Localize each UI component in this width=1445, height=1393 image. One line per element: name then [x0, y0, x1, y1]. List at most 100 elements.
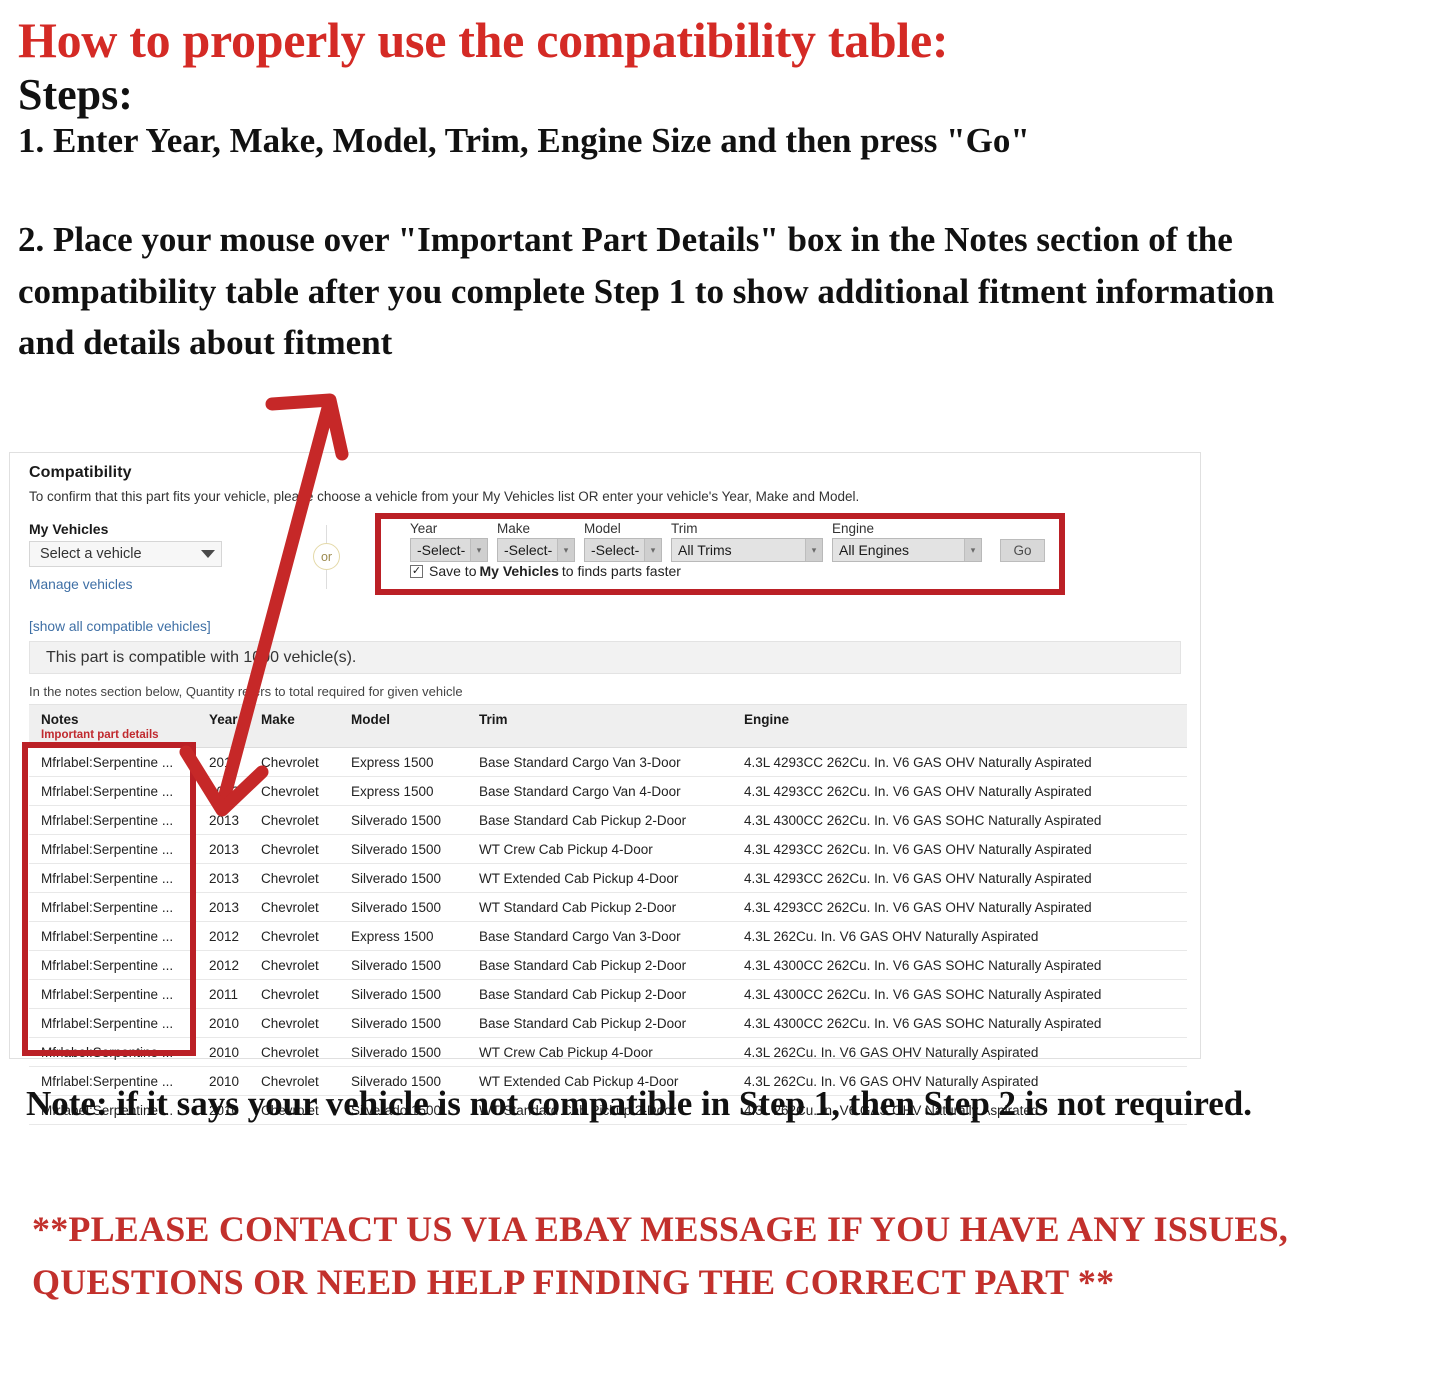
cell-notes: Mfrlabel:Serpentine ...	[29, 805, 197, 835]
cell-notes: Mfrlabel:Serpentine ...	[29, 747, 197, 777]
cell-make: Chevrolet	[249, 863, 339, 893]
instructions-block: How to properly use the compatibility ta…	[18, 14, 1418, 369]
trim-select[interactable]: All Trims ▾	[671, 538, 823, 562]
chevron-down-icon: ▾	[644, 539, 661, 561]
save-text-after: to finds parts faster	[561, 563, 681, 579]
cell-trim: Base Standard Cab Pickup 2-Door	[467, 979, 732, 1009]
column-header-year[interactable]: Year	[197, 704, 249, 748]
engine-select-value: All Engines	[839, 542, 910, 558]
table-row[interactable]: Mfrlabel:Serpentine ... 2012 Chevrolet Expr…	[29, 921, 1187, 951]
year-label: Year	[410, 521, 438, 536]
table-row[interactable]: Mfrlabel:Serpentine ... 2010 Chevrolet Silv…	[29, 1037, 1187, 1067]
table-row[interactable]: Mfrlabel:Serpentine ... 2011 Chevrolet Silv…	[29, 979, 1187, 1009]
cell-engine: 4.3L 4300CC 262Cu. In. V6 GAS SOHC Natur…	[732, 1008, 1187, 1038]
cell-notes: Mfrlabel:Serpentine ...	[29, 921, 197, 951]
year-field: Year -Select- ▾	[410, 521, 488, 562]
cell-trim: Base Standard Cab Pickup 2-Door	[467, 1008, 732, 1038]
cell-model: Silverado 1500	[339, 863, 467, 893]
column-header-notes[interactable]: Notes Important part details	[29, 704, 197, 748]
column-header-model[interactable]: Model	[339, 704, 467, 748]
cell-engine: 4.3L 4300CC 262Cu. In. V6 GAS SOHC Natur…	[732, 805, 1187, 835]
show-all-compatible-vehicles-link[interactable]: [show all compatible vehicles]	[29, 619, 211, 634]
cell-model: Silverado 1500	[339, 834, 467, 864]
cell-model: Express 1500	[339, 747, 467, 777]
cell-notes: Mfrlabel:Serpentine ...	[29, 950, 197, 980]
compatibility-heading: Compatibility	[29, 464, 132, 481]
make-select[interactable]: -Select- ▾	[497, 538, 575, 562]
table-row[interactable]: Mfrlabel:Serpentine ... 2013 Chevrolet Expr…	[29, 747, 1187, 777]
cell-model: Express 1500	[339, 776, 467, 806]
cell-year: 2013	[197, 834, 249, 864]
model-label: Model	[584, 521, 621, 536]
column-header-engine[interactable]: Engine	[732, 704, 1187, 748]
notes-header-label: Notes	[41, 712, 79, 727]
cell-make: Chevrolet	[249, 776, 339, 806]
fitment-table: Notes Important part details Year Make M…	[29, 704, 1187, 1125]
important-part-details-label[interactable]: Important part details	[41, 729, 197, 741]
manage-vehicles-link[interactable]: Manage vehicles	[29, 577, 133, 592]
table-row[interactable]: Mfrlabel:Serpentine ... 2013 Chevrolet Silv…	[29, 892, 1187, 922]
cell-trim: WT Extended Cab Pickup 4-Door	[467, 863, 732, 893]
cell-trim: Base Standard Cargo Van 4-Door	[467, 776, 732, 806]
trim-label: Trim	[671, 521, 698, 536]
cell-engine: 4.3L 4300CC 262Cu. In. V6 GAS SOHC Natur…	[732, 950, 1187, 980]
column-header-trim[interactable]: Trim	[467, 704, 732, 748]
cell-make: Chevrolet	[249, 892, 339, 922]
fitment-table-body: Mfrlabel:Serpentine ... 2013 Chevrolet Expr…	[29, 747, 1187, 1125]
vehicle-select-value: Select a vehicle	[40, 546, 142, 562]
cell-engine: 4.3L 4293CC 262Cu. In. V6 GAS OHV Natura…	[732, 892, 1187, 922]
table-row[interactable]: Mfrlabel:Serpentine ... 2013 Chevrolet Silv…	[29, 834, 1187, 864]
cell-trim: Base Standard Cargo Van 3-Door	[467, 747, 732, 777]
cell-year: 2012	[197, 950, 249, 980]
cell-trim: Base Standard Cab Pickup 2-Door	[467, 950, 732, 980]
cell-notes: Mfrlabel:Serpentine ...	[29, 1008, 197, 1038]
make-select-value: -Select-	[504, 542, 553, 558]
vehicle-select-dropdown[interactable]: Select a vehicle	[29, 541, 222, 567]
cell-notes: Mfrlabel:Serpentine ...	[29, 776, 197, 806]
cell-engine: 4.3L 262Cu. In. V6 GAS OHV Naturally Asp…	[732, 1037, 1187, 1067]
chevron-down-icon: ▾	[470, 539, 487, 561]
vehicle-finder-form: Year -Select- ▾ Make -Select- ▾ Model -S…	[410, 521, 1045, 562]
or-badge-label: or	[313, 543, 340, 570]
compatibility-subtitle: To confirm that this part fits your vehi…	[29, 489, 860, 504]
table-row[interactable]: Mfrlabel:Serpentine ... 2013 Chevrolet Expr…	[29, 776, 1187, 806]
cell-trim: Base Standard Cab Pickup 2-Door	[467, 805, 732, 835]
cell-engine: 4.3L 262Cu. In. V6 GAS OHV Naturally Asp…	[732, 921, 1187, 951]
cell-engine: 4.3L 4293CC 262Cu. In. V6 GAS OHV Natura…	[732, 776, 1187, 806]
save-to-my-vehicles-row[interactable]: ✓ Save to My Vehicles to finds parts fas…	[410, 563, 681, 579]
model-select-value: -Select-	[591, 542, 640, 558]
table-row[interactable]: Mfrlabel:Serpentine ... 2012 Chevrolet Silv…	[29, 950, 1187, 980]
cell-trim: Base Standard Cargo Van 3-Door	[467, 921, 732, 951]
make-label: Make	[497, 521, 531, 536]
cell-year: 2013	[197, 776, 249, 806]
cell-notes: Mfrlabel:Serpentine ...	[29, 1037, 197, 1067]
table-row[interactable]: Mfrlabel:Serpentine ... 2013 Chevrolet Silv…	[29, 805, 1187, 835]
table-row[interactable]: Mfrlabel:Serpentine ... 2010 Chevrolet Silv…	[29, 1008, 1187, 1038]
cell-year: 2010	[197, 1008, 249, 1038]
cell-notes: Mfrlabel:Serpentine ...	[29, 834, 197, 864]
cell-make: Chevrolet	[249, 805, 339, 835]
checkbox-checked-icon[interactable]: ✓	[410, 564, 423, 578]
compatible-count-banner: This part is compatible with 1000 vehicl…	[29, 641, 1181, 674]
table-row[interactable]: Mfrlabel:Serpentine ... 2013 Chevrolet Silv…	[29, 863, 1187, 893]
table-header-row: Notes Important part details Year Make M…	[29, 704, 1187, 748]
cell-model: Silverado 1500	[339, 892, 467, 922]
step-1-text: 1. Enter Year, Make, Model, Trim, Engine…	[18, 121, 1030, 161]
cell-year: 2013	[197, 892, 249, 922]
cell-make: Chevrolet	[249, 979, 339, 1009]
cell-model: Silverado 1500	[339, 979, 467, 1009]
model-select[interactable]: -Select- ▾	[584, 538, 662, 562]
cell-engine: 4.3L 4293CC 262Cu. In. V6 GAS OHV Natura…	[732, 834, 1187, 864]
footer-note-text: Note: if it says your vehicle is not com…	[26, 1084, 1252, 1123]
column-header-make[interactable]: Make	[249, 704, 339, 748]
year-select[interactable]: -Select- ▾	[410, 538, 488, 562]
compatibility-panel: Compatibility To confirm that this part …	[9, 452, 1201, 1125]
or-divider: or	[309, 525, 345, 589]
chevron-down-icon: ▾	[805, 539, 822, 561]
save-text-bold: My Vehicles	[479, 563, 559, 579]
go-button[interactable]: Go	[1000, 539, 1045, 562]
cell-year: 2013	[197, 805, 249, 835]
cell-notes: Mfrlabel:Serpentine ...	[29, 979, 197, 1009]
engine-select[interactable]: All Engines ▾	[832, 538, 982, 562]
chevron-down-icon: ▾	[964, 539, 981, 561]
